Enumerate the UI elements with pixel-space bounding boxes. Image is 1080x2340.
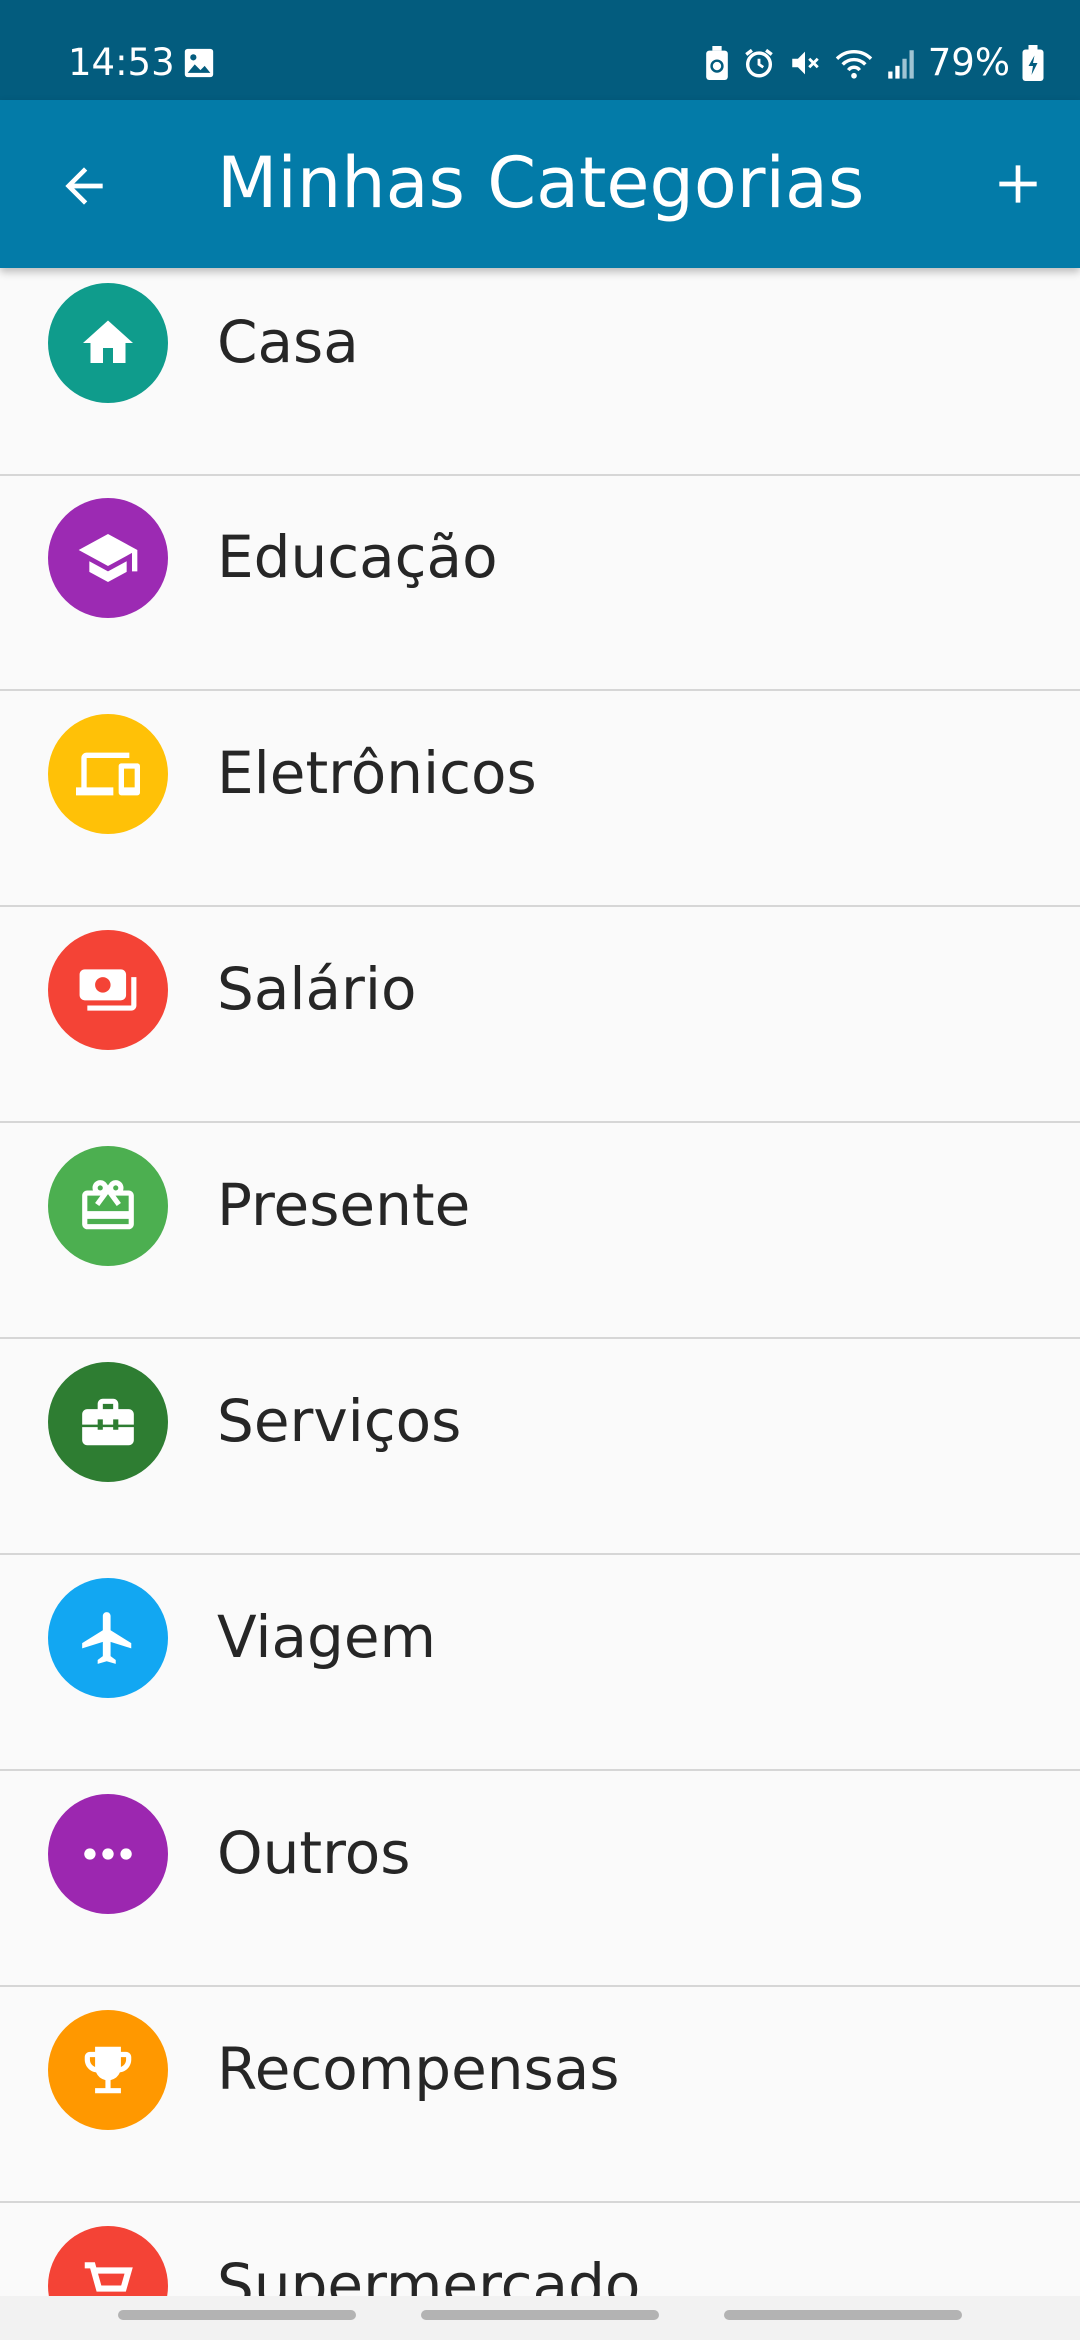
category-row-outros[interactable]: Outros bbox=[0, 1772, 1080, 1987]
more-horiz-icon bbox=[84, 1848, 132, 1860]
category-row-recompensas[interactable]: Recompensas bbox=[0, 1988, 1080, 2203]
category-row-casa[interactable]: Casa bbox=[0, 268, 1080, 476]
category-avatar bbox=[48, 714, 168, 834]
signal-icon bbox=[886, 46, 916, 80]
battery-saver-icon bbox=[704, 46, 730, 80]
category-avatar bbox=[48, 2226, 168, 2296]
category-avatar bbox=[48, 1578, 168, 1698]
category-row-supermercado[interactable]: Supermercado bbox=[0, 2204, 1080, 2296]
category-list: Casa Educação Eletrônicos Salário Presen… bbox=[0, 268, 1080, 2296]
category-row-servicos[interactable]: Serviços bbox=[0, 1340, 1080, 1555]
status-time: 14:53 bbox=[68, 41, 175, 84]
category-avatar bbox=[48, 930, 168, 1050]
airplane-icon bbox=[82, 1612, 132, 1664]
app-bar: Minhas Categorias bbox=[0, 100, 1080, 268]
category-label: Eletrônicos bbox=[217, 739, 537, 807]
nav-home-button[interactable] bbox=[421, 2310, 659, 2320]
status-bar: 14:53 79% bbox=[0, 0, 1080, 100]
image-icon bbox=[182, 46, 216, 80]
category-label: Presente bbox=[217, 1171, 471, 1239]
category-avatar bbox=[48, 1362, 168, 1482]
category-avatar bbox=[48, 498, 168, 618]
nav-recents-button[interactable] bbox=[118, 2310, 356, 2320]
alarm-icon bbox=[742, 46, 776, 80]
back-button[interactable] bbox=[48, 150, 120, 222]
category-row-salario[interactable]: Salário bbox=[0, 908, 1080, 1123]
category-avatar bbox=[48, 1794, 168, 1914]
category-label: Salário bbox=[217, 955, 417, 1023]
trophy-icon bbox=[84, 2046, 132, 2094]
payments-icon bbox=[79, 969, 137, 1011]
category-label: Supermercado bbox=[217, 2251, 641, 2296]
category-row-educacao[interactable]: Educação bbox=[0, 476, 1080, 691]
category-label: Recompensas bbox=[217, 2035, 620, 2103]
category-avatar bbox=[48, 2010, 168, 2130]
cart-icon bbox=[84, 2262, 133, 2292]
category-label: Outros bbox=[217, 1819, 411, 1887]
page-title: Minhas Categorias bbox=[217, 142, 865, 224]
category-label: Casa bbox=[217, 308, 359, 376]
battery-percentage: 79% bbox=[927, 41, 1010, 84]
category-label: Educação bbox=[217, 523, 498, 591]
category-avatar bbox=[48, 283, 168, 403]
category-label: Serviços bbox=[217, 1387, 462, 1455]
category-row-viagem[interactable]: Viagem bbox=[0, 1556, 1080, 1771]
devices-icon bbox=[76, 752, 140, 796]
category-row-presente[interactable]: Presente bbox=[0, 1124, 1080, 1339]
home-icon bbox=[83, 320, 133, 363]
briefcase-icon bbox=[82, 1398, 134, 1446]
mute-icon bbox=[788, 46, 822, 80]
plus-icon bbox=[999, 165, 1037, 203]
category-row-eletronicos[interactable]: Eletrônicos bbox=[0, 692, 1080, 907]
graduation-cap-icon bbox=[78, 534, 138, 582]
add-category-button[interactable] bbox=[980, 146, 1056, 222]
category-avatar bbox=[48, 1146, 168, 1266]
arrow-back-icon bbox=[65, 167, 103, 205]
navigation-bar bbox=[0, 2296, 1080, 2340]
battery-icon bbox=[1022, 45, 1044, 81]
nav-back-button[interactable] bbox=[724, 2310, 962, 2320]
wifi-icon bbox=[834, 46, 874, 80]
category-label: Viagem bbox=[217, 1603, 437, 1671]
gift-card-icon bbox=[82, 1180, 134, 1230]
